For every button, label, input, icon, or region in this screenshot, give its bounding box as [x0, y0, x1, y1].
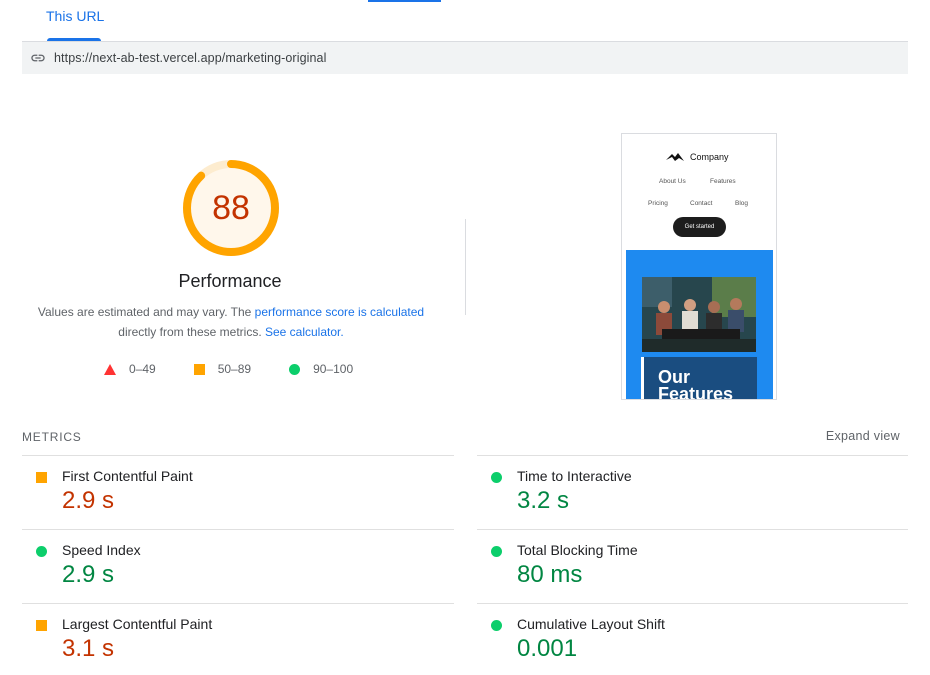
circle-icon	[491, 620, 502, 631]
screenshot-brand: Company	[666, 152, 729, 162]
metric-largest-contentful-paint: Largest Contentful Paint 3.1 s	[22, 603, 454, 675]
url-text: https://next-ab-test.vercel.app/marketin…	[54, 51, 327, 65]
tab-this-url[interactable]: This URL	[22, 0, 125, 41]
metric-speed-index: Speed Index 2.9 s	[22, 529, 454, 603]
tab-indicator-secondary	[368, 0, 441, 2]
score-legend: 0–49 50–89 90–100	[104, 362, 353, 376]
metric-label: Largest Contentful Paint	[62, 616, 213, 632]
metric-first-contentful-paint: First Contentful Paint 2.9 s	[22, 455, 454, 529]
screenshot-card: Our Features	[641, 357, 757, 400]
tab-this-url-label: This URL	[46, 8, 105, 24]
screenshot-nav-item: Contact	[690, 200, 713, 207]
metric-label: Cumulative Layout Shift	[517, 616, 665, 632]
performance-gauge: 88	[182, 159, 280, 257]
screenshot-photo	[642, 277, 756, 352]
link-icon	[30, 50, 46, 66]
screenshot-card-line2: Features	[658, 384, 734, 400]
legend-pass: 90–100	[289, 362, 353, 376]
company-logo-icon	[666, 153, 684, 161]
circle-icon	[491, 546, 502, 557]
screenshot-cta: Get started	[673, 217, 726, 237]
metric-label: Time to Interactive	[517, 468, 632, 484]
performance-score-link[interactable]: performance score is calculated	[255, 305, 424, 319]
expand-view-button[interactable]: Expand view	[826, 429, 900, 443]
legend-fail-label: 0–49	[129, 362, 156, 376]
metric-label: Total Blocking Time	[517, 542, 638, 558]
metric-time-to-interactive: Time to Interactive 3.2 s	[477, 455, 908, 529]
square-icon	[193, 363, 205, 375]
screenshot-brand-label: Company	[690, 152, 729, 162]
metric-value: 2.9 s	[62, 487, 115, 514]
desc-text-prefix: Values are estimated and may vary. The	[37, 305, 255, 319]
metrics-heading: METRICS	[22, 430, 82, 444]
section-divider	[465, 219, 466, 315]
metric-label: Speed Index	[62, 542, 141, 558]
square-icon	[36, 472, 47, 483]
metric-value: 80 ms	[517, 561, 583, 588]
performance-description: Values are estimated and may vary. The p…	[30, 302, 432, 342]
metric-label: First Contentful Paint	[62, 468, 193, 484]
metric-value: 2.9 s	[62, 561, 115, 588]
screenshot-hero: Our Features	[626, 250, 773, 400]
screenshot-nav-item: Features	[710, 178, 736, 185]
square-icon	[36, 620, 47, 631]
performance-title: Performance	[178, 271, 282, 291]
legend-fail: 0–49	[104, 362, 156, 376]
legend-average-label: 50–89	[217, 362, 252, 376]
see-calculator-link[interactable]: See calculator.	[265, 325, 344, 339]
metric-value: 3.2 s	[517, 487, 570, 514]
screenshot-nav-item: About Us	[659, 178, 686, 185]
metric-value: 3.1 s	[62, 635, 115, 662]
screenshot-card-text: Our Features	[658, 368, 734, 400]
triangle-icon	[104, 363, 116, 375]
screenshot-nav-item: Pricing	[648, 200, 668, 207]
circle-icon	[289, 363, 301, 375]
metric-cumulative-layout-shift: Cumulative Layout Shift 0.001	[477, 603, 908, 675]
page-screenshot-thumbnail: Company About Us Features Pricing Contac…	[621, 133, 777, 400]
screenshot-nav-item: Blog	[735, 200, 749, 207]
legend-average: 50–89	[193, 362, 252, 376]
circle-icon	[36, 546, 47, 557]
desc-text-middle: directly from these metrics.	[118, 325, 265, 339]
url-bar: https://next-ab-test.vercel.app/marketin…	[22, 42, 908, 74]
circle-icon	[491, 472, 502, 483]
performance-score: 88	[212, 188, 250, 227]
metric-value: 0.001	[517, 635, 578, 662]
metric-total-blocking-time: Total Blocking Time 80 ms	[477, 529, 908, 603]
legend-pass-label: 90–100	[313, 362, 354, 376]
